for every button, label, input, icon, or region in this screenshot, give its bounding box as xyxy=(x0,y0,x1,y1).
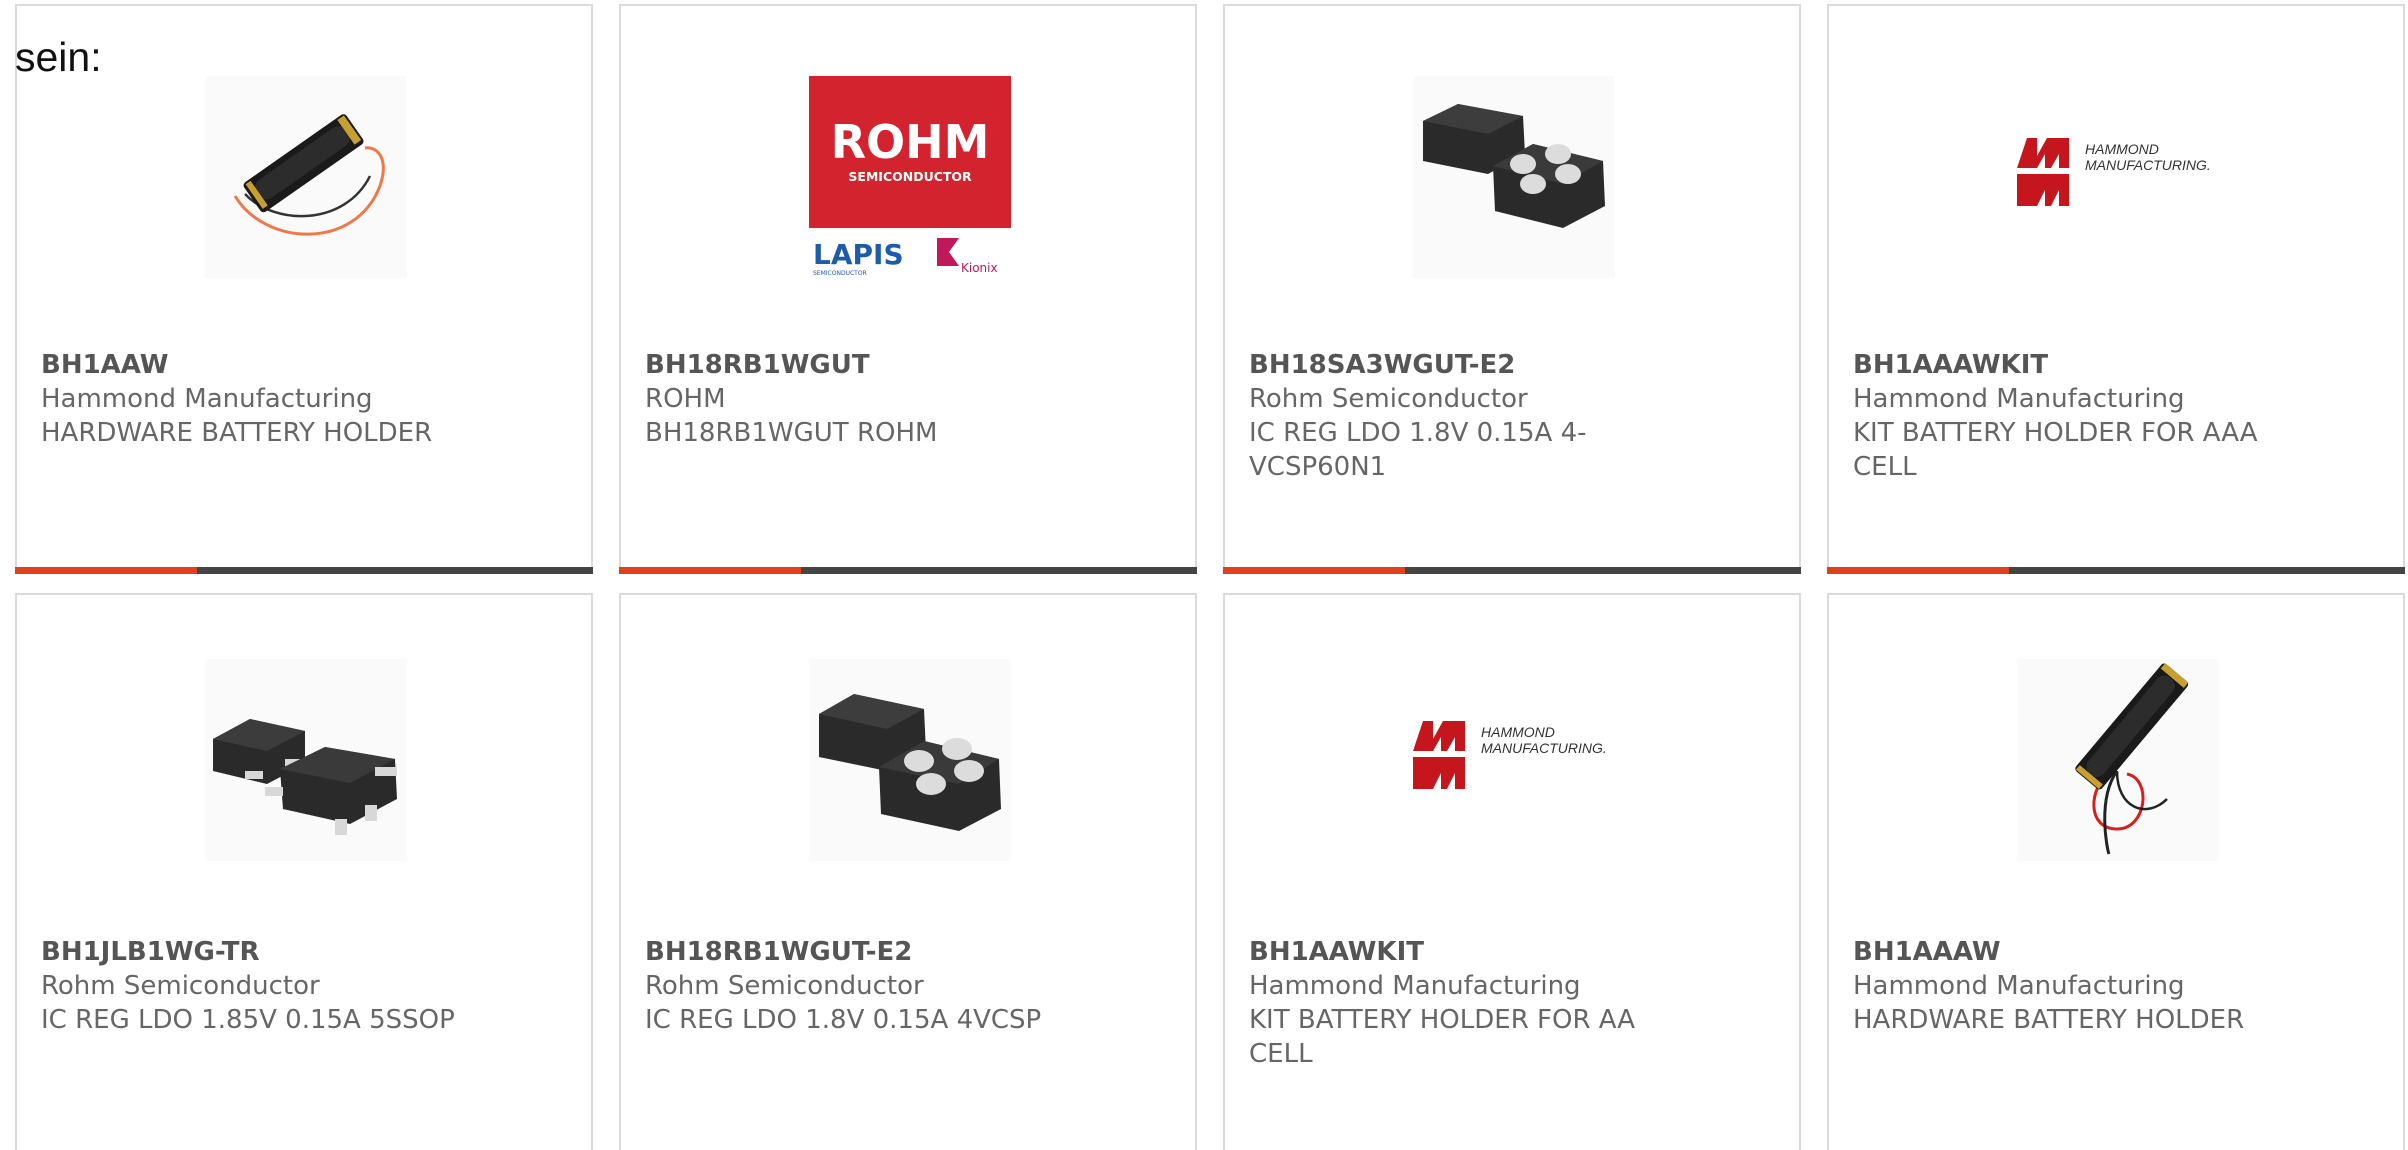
rohm-logo-image: ROHM SEMICONDUCTOR LAPIS SEMICONDUCTOR K… xyxy=(809,76,1011,278)
part-number[interactable]: BH1JLB1WG-TR xyxy=(41,935,501,969)
manufacturer: Hammond Manufacturing xyxy=(41,384,373,414)
product-card[interactable]: BH18RB1WGUT-E2 Rohm Semiconductor IC REG… xyxy=(619,593,1197,1150)
card-bar xyxy=(1223,567,1801,574)
part-number[interactable]: BH1AAW xyxy=(41,348,501,382)
description: BH18RB1WGUT ROHM xyxy=(645,418,938,448)
card-bar xyxy=(1827,567,2405,574)
description-line-1: IC REG LDO 1.8V 0.15A 4- xyxy=(1249,418,1587,448)
kionix-logo-text: Kionix xyxy=(961,261,998,275)
description-line-2: CELL xyxy=(1853,452,1917,482)
product-card[interactable]: BH1JLB1WG-TR Rohm Semiconductor IC REG L… xyxy=(15,593,593,1150)
rohm-logo-text: ROHM xyxy=(831,115,990,169)
product-card[interactable]: BH1AAW Hammond Manufacturing HARDWARE BA… xyxy=(15,4,593,574)
description-line-2: CELL xyxy=(1249,1039,1313,1069)
card-bar-accent xyxy=(619,567,801,574)
description: IC REG LDO 1.8V 0.15A 4VCSP xyxy=(645,1005,1042,1035)
manufacturer: Hammond Manufacturing xyxy=(1853,384,2185,414)
vcsp-chip-image xyxy=(1413,76,1615,278)
description-line-2: VCSP60N1 xyxy=(1249,452,1387,482)
description: IC REG LDO 1.85V 0.15A 5SSOP xyxy=(41,1005,455,1035)
part-number[interactable]: BH18SA3WGUT-E2 xyxy=(1249,348,1709,382)
product-card[interactable]: HAMMOND MANUFACTURING. BH1AAWKIT Hammond… xyxy=(1223,593,1801,1150)
manufacturer: Hammond Manufacturing xyxy=(1853,971,2185,1001)
manufacturer: Rohm Semiconductor xyxy=(645,971,924,1001)
product-card[interactable]: BH1AAAW Hammond Manufacturing HARDWARE B… xyxy=(1827,593,2405,1150)
card-bar-accent xyxy=(1223,567,1405,574)
vcsp-chip-image xyxy=(809,659,1011,861)
card-bar-accent xyxy=(1827,567,2009,574)
product-card[interactable]: ROHM SEMICONDUCTOR LAPIS SEMICONDUCTOR K… xyxy=(619,4,1197,574)
card-bar-accent xyxy=(15,567,197,574)
description: HARDWARE BATTERY HOLDER xyxy=(1853,1005,2245,1035)
description-line-1: KIT BATTERY HOLDER FOR AAA xyxy=(1853,418,2258,448)
manufacturer: Hammond Manufacturing xyxy=(1249,971,1581,1001)
product-card[interactable]: BH18SA3WGUT-E2 Rohm Semiconductor IC REG… xyxy=(1223,4,1801,574)
manufacturer: Rohm Semiconductor xyxy=(1249,384,1528,414)
description: HARDWARE BATTERY HOLDER xyxy=(41,418,433,448)
battery-holder-image xyxy=(2017,659,2219,861)
card-bar xyxy=(15,567,593,574)
ssop-chip-image xyxy=(205,659,407,861)
hammond-logo-line2: MANUFACTURING. xyxy=(1481,740,1607,756)
hammond-logo-line2: MANUFACTURING. xyxy=(2085,157,2211,173)
battery-holder-image xyxy=(205,76,407,278)
manufacturer: Rohm Semiconductor xyxy=(41,971,320,1001)
part-number[interactable]: BH18RB1WGUT-E2 xyxy=(645,935,1105,969)
hammond-logo-line1: HAMMOND xyxy=(2085,141,2159,157)
hammond-logo-line1: HAMMOND xyxy=(1481,724,1555,740)
part-number[interactable]: BH1AAAWKIT xyxy=(1853,348,2313,382)
intro-text: sein: xyxy=(15,34,102,80)
part-number[interactable]: BH1AAAW xyxy=(1853,935,2313,969)
hammond-logo-image: HAMMOND MANUFACTURING. xyxy=(1413,659,1615,861)
lapis-logo-text: LAPIS xyxy=(813,238,904,271)
card-bar xyxy=(619,567,1197,574)
lapis-logo-subtext: SEMICONDUCTOR xyxy=(813,270,867,277)
part-number[interactable]: BH1AAWKIT xyxy=(1249,935,1709,969)
rohm-logo-subtext: SEMICONDUCTOR xyxy=(848,169,972,184)
description-line-1: KIT BATTERY HOLDER FOR AA xyxy=(1249,1005,1636,1035)
part-number[interactable]: BH18RB1WGUT xyxy=(645,348,1105,382)
hammond-logo-image: HAMMOND MANUFACTURING. xyxy=(2017,76,2219,278)
manufacturer: ROHM xyxy=(645,384,726,414)
product-card[interactable]: HAMMOND MANUFACTURING. BH1AAAWKIT Hammon… xyxy=(1827,4,2405,574)
